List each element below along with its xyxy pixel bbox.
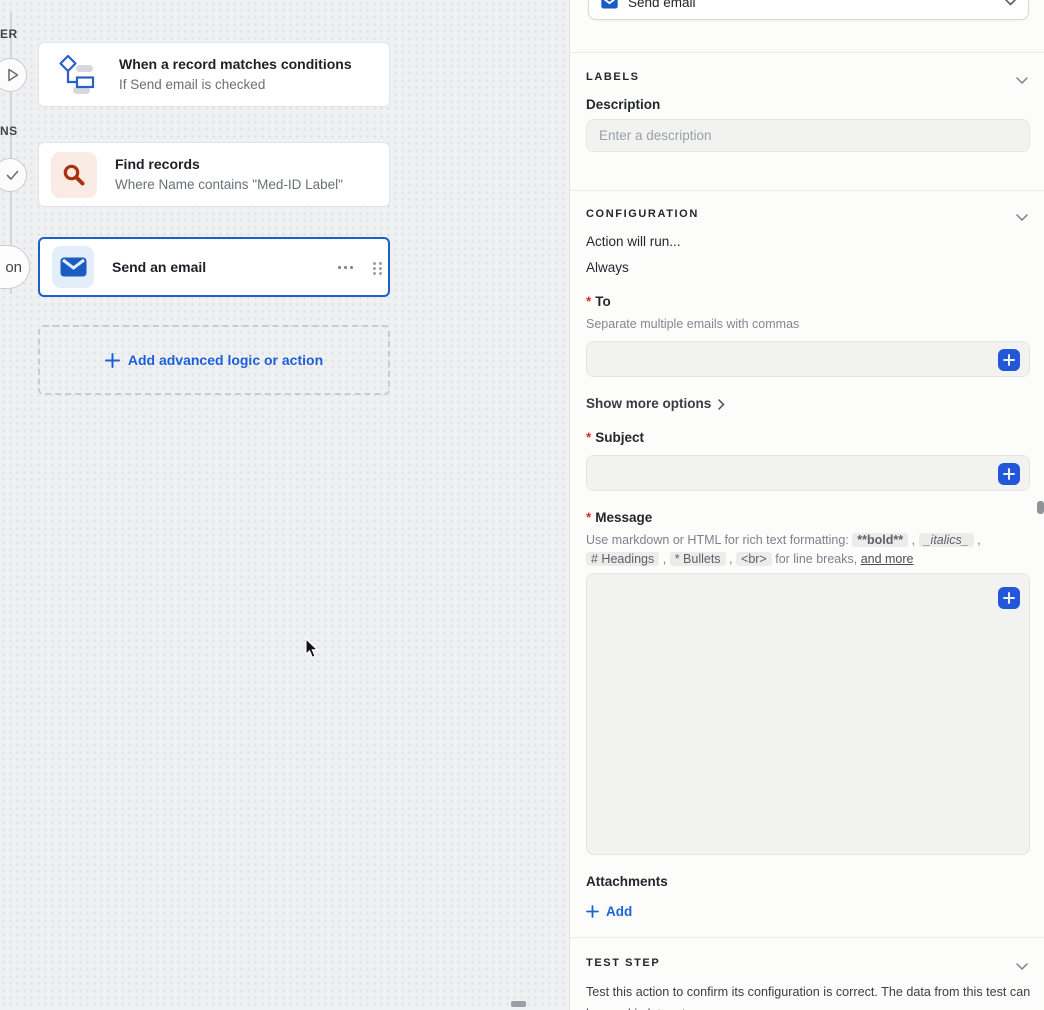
action-pill-partial[interactable]: on bbox=[0, 245, 30, 289]
chevron-right-icon bbox=[718, 399, 725, 410]
markdown-more-link[interactable]: and more bbox=[861, 552, 914, 566]
send-email-tile bbox=[52, 246, 94, 288]
envelope-icon bbox=[601, 0, 618, 9]
required-marker: * bbox=[586, 510, 591, 525]
action-type-dropdown[interactable]: Send email bbox=[588, 0, 1029, 20]
workflow-canvas[interactable]: ER NS on bbox=[0, 0, 570, 1010]
find-records-tile bbox=[51, 152, 97, 198]
description-label: Description bbox=[586, 97, 660, 112]
required-marker: * bbox=[586, 430, 591, 445]
markdown-italics-chip: _italics_ bbox=[919, 533, 974, 547]
divider bbox=[570, 937, 1044, 938]
action-status-check[interactable] bbox=[0, 158, 27, 192]
mouse-cursor bbox=[305, 638, 320, 664]
subject-label: *Subject bbox=[586, 430, 644, 445]
more-options-icon[interactable] bbox=[338, 266, 341, 269]
check-icon bbox=[6, 170, 19, 181]
plus-icon bbox=[586, 905, 599, 918]
subject-input[interactable] bbox=[586, 455, 1030, 491]
chevron-down-icon[interactable] bbox=[1016, 209, 1028, 227]
chevron-down-icon[interactable] bbox=[1016, 72, 1028, 90]
vertical-scrollbar-thumb[interactable] bbox=[1037, 501, 1044, 514]
action-config-panel: Send email LABELS Description CONFIGURAT… bbox=[570, 0, 1044, 1010]
find-records-subtitle: Where Name contains "Med-ID Label" bbox=[115, 175, 343, 195]
markdown-bullets-chip: * Bullets bbox=[670, 552, 726, 566]
add-attachment-button[interactable]: Add bbox=[586, 904, 632, 919]
to-helper-text: Separate multiple emails with commas bbox=[586, 317, 799, 331]
insert-token-button[interactable] bbox=[998, 463, 1020, 485]
trigger-card[interactable]: When a record matches conditions If Send… bbox=[38, 42, 390, 107]
horizontal-scrollbar-thumb[interactable] bbox=[511, 1001, 526, 1007]
run-trigger-button[interactable] bbox=[0, 58, 27, 92]
play-icon bbox=[7, 68, 19, 82]
to-input[interactable] bbox=[586, 341, 1030, 377]
message-helper-text: Use markdown or HTML for rich text forma… bbox=[586, 531, 1036, 569]
branch-conditions-icon bbox=[57, 53, 101, 97]
test-step-section-header[interactable]: TEST STEP bbox=[586, 957, 660, 969]
insert-token-button[interactable] bbox=[998, 349, 1020, 371]
insert-token-button[interactable] bbox=[998, 587, 1020, 609]
markdown-br-chip: <br> bbox=[736, 552, 772, 566]
message-textarea[interactable] bbox=[586, 573, 1030, 855]
show-more-options-label: Show more options bbox=[586, 396, 711, 411]
show-more-options-link[interactable]: Show more options bbox=[586, 396, 725, 411]
send-email-card[interactable]: Send an email bbox=[38, 237, 390, 297]
divider bbox=[570, 190, 1044, 191]
description-input[interactable] bbox=[586, 119, 1030, 152]
send-email-title: Send an email bbox=[112, 257, 206, 277]
search-icon bbox=[61, 162, 87, 188]
add-advanced-logic-button[interactable]: Add advanced logic or action bbox=[38, 325, 390, 395]
action-run-value[interactable]: Always bbox=[586, 260, 629, 275]
find-records-title: Find records bbox=[115, 154, 343, 174]
configuration-section-header[interactable]: CONFIGURATION bbox=[586, 208, 699, 220]
add-attachment-label: Add bbox=[606, 904, 632, 919]
automation-builder: ER NS on bbox=[0, 0, 1044, 1010]
trigger-title: When a record matches conditions bbox=[119, 54, 352, 74]
test-step-description: Test this action to confirm its configur… bbox=[586, 981, 1038, 1010]
message-label: *Message bbox=[586, 510, 652, 525]
actions-section-label-partial: NS bbox=[0, 124, 18, 138]
divider bbox=[570, 52, 1044, 53]
envelope-icon bbox=[60, 257, 87, 277]
trigger-section-label-partial: ER bbox=[0, 27, 18, 41]
attachments-label: Attachments bbox=[586, 874, 668, 889]
to-label: *To bbox=[586, 294, 611, 309]
markdown-headings-chip: # Headings bbox=[586, 552, 659, 566]
action-type-value: Send email bbox=[628, 0, 696, 10]
labels-section-header[interactable]: LABELS bbox=[586, 71, 640, 83]
plus-icon bbox=[105, 353, 120, 368]
chevron-down-icon bbox=[1005, 0, 1016, 6]
action-run-label: Action will run... bbox=[586, 234, 681, 249]
required-marker: * bbox=[586, 294, 591, 309]
action-pill-label: on bbox=[5, 259, 22, 276]
markdown-bold-chip: **bold** bbox=[852, 533, 908, 547]
trigger-subtitle: If Send email is checked bbox=[119, 75, 352, 95]
chevron-down-icon[interactable] bbox=[1016, 958, 1028, 976]
find-records-card[interactable]: Find records Where Name contains "Med-ID… bbox=[38, 142, 390, 207]
add-advanced-logic-label: Add advanced logic or action bbox=[128, 352, 323, 368]
drag-handle-icon[interactable] bbox=[373, 262, 376, 265]
